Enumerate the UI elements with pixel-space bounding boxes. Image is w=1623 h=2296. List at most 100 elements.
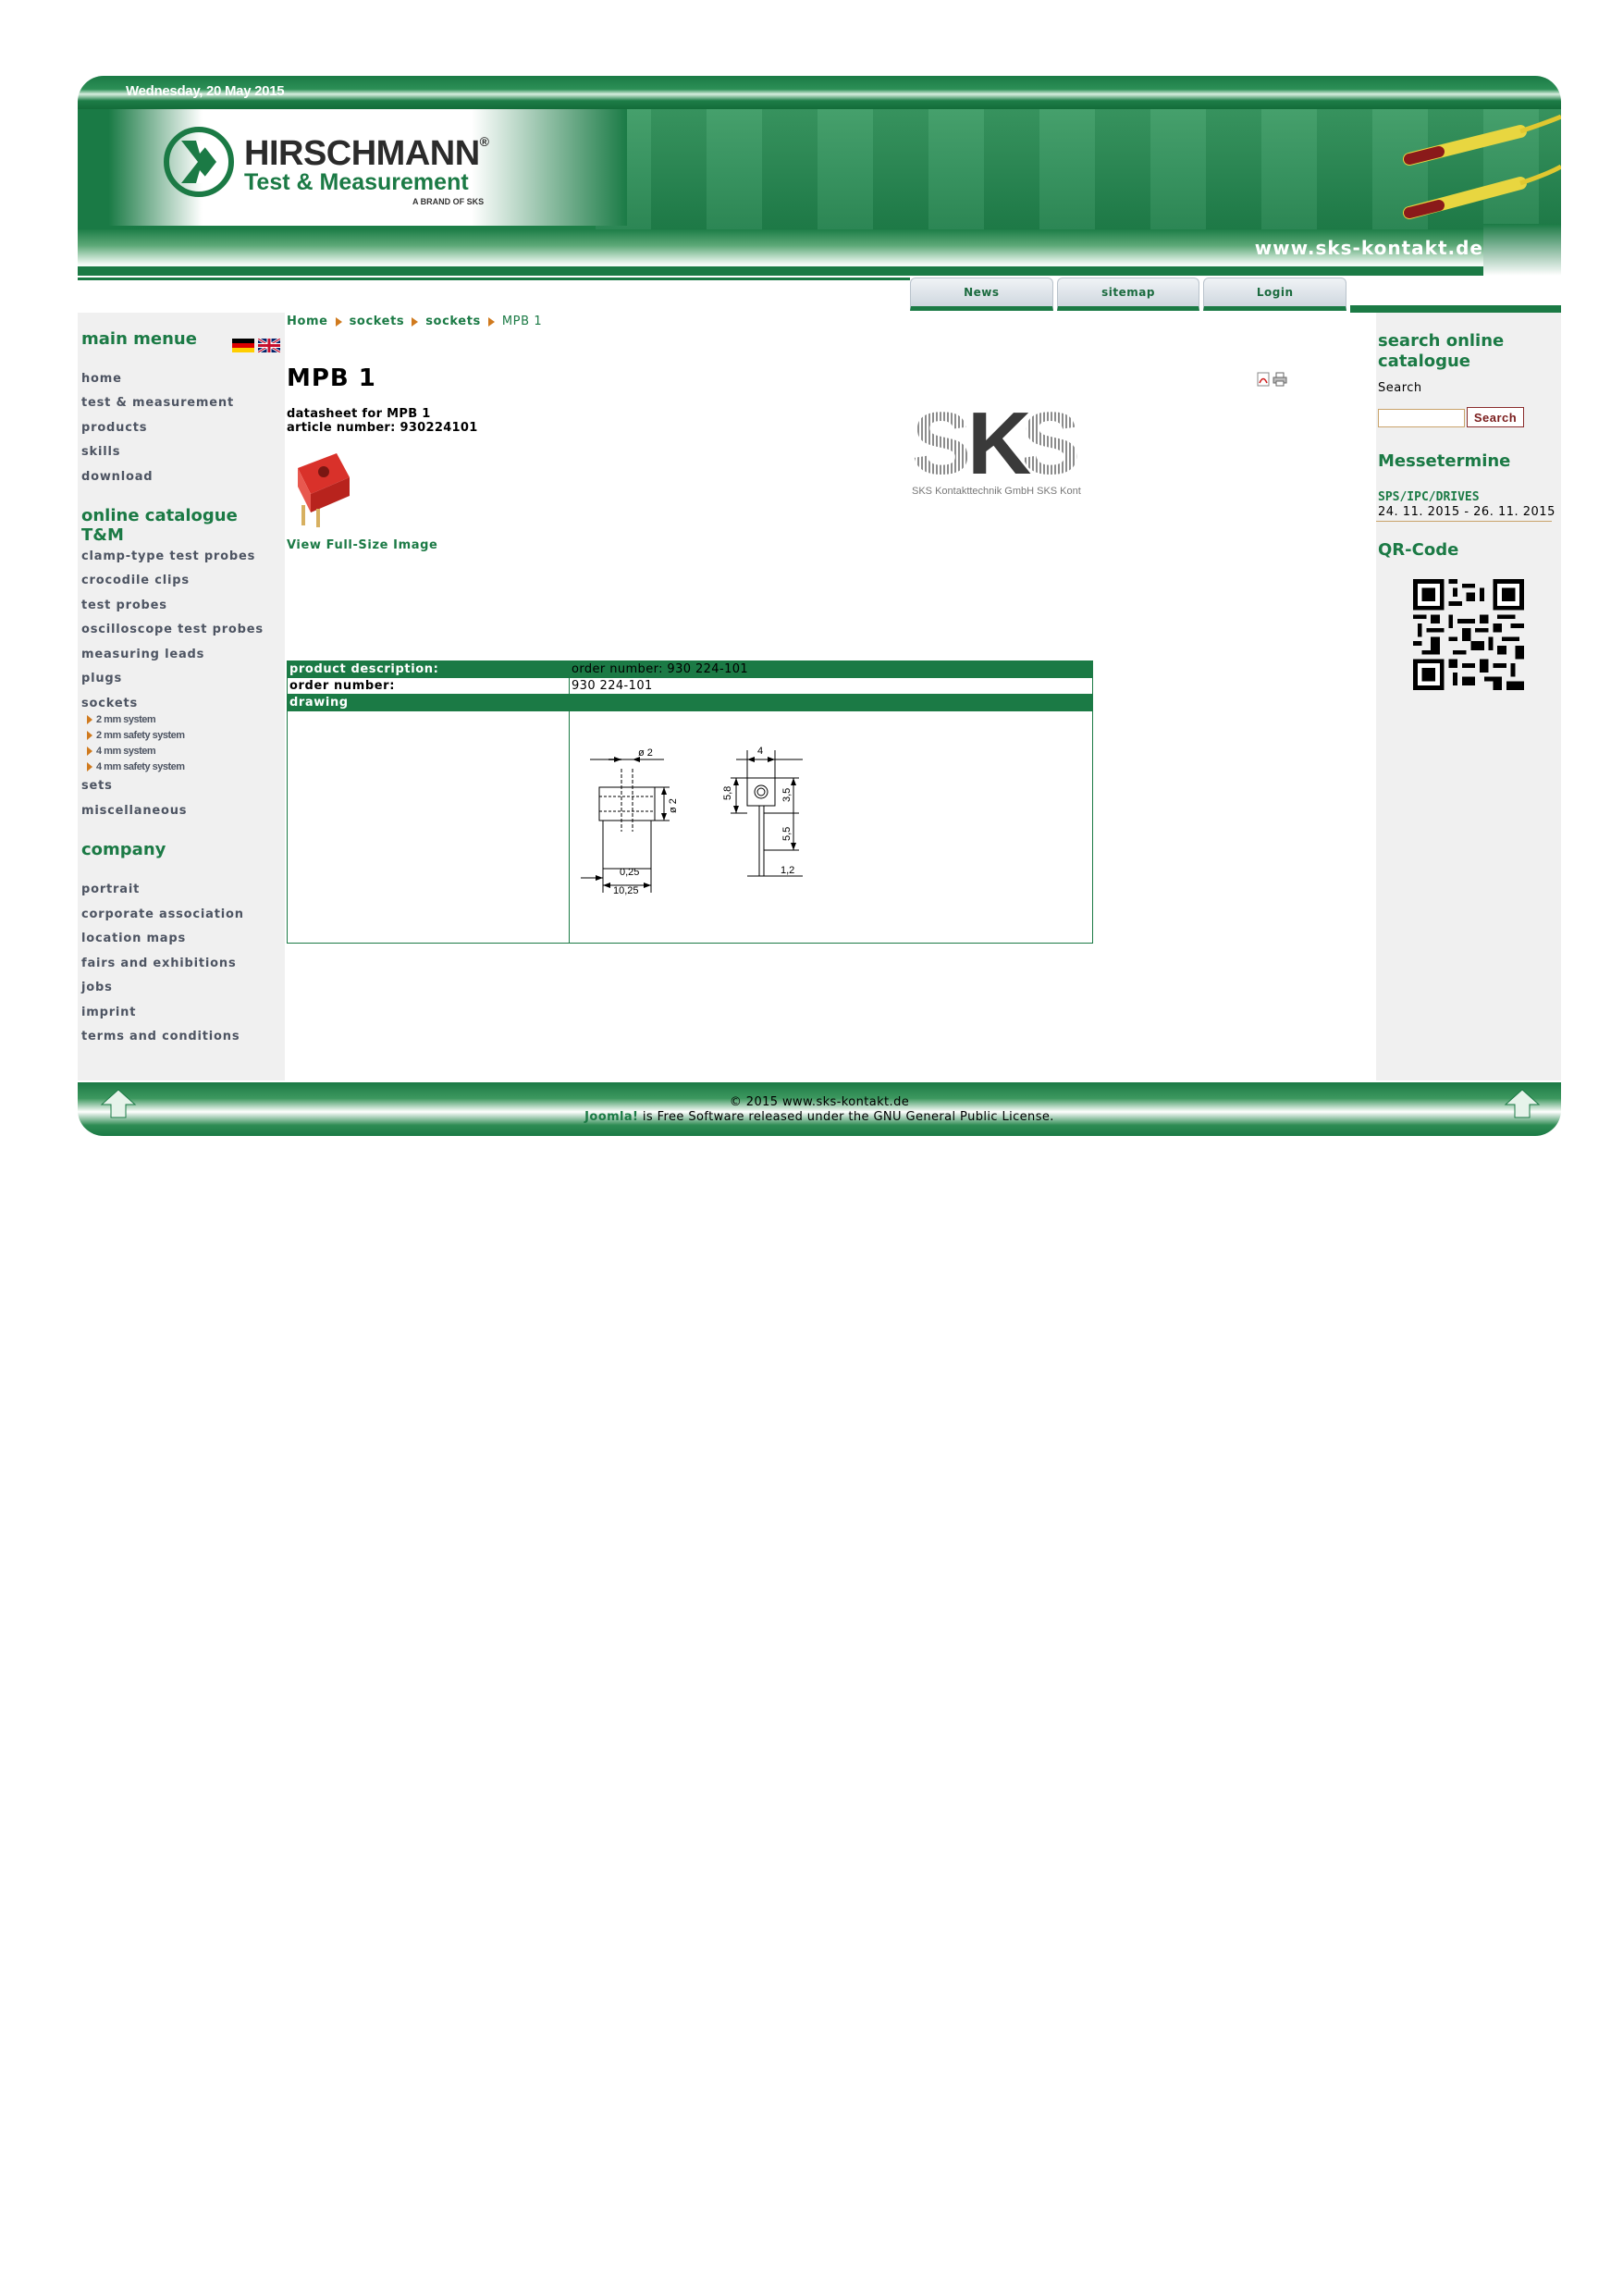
dim-label: ø 2 [638, 747, 653, 759]
main-menu-title: main menue [81, 329, 197, 349]
catalogue-measuring-leads[interactable]: measuring leads [81, 648, 204, 661]
breadcrumb-sockets[interactable]: sockets [350, 315, 405, 328]
test-plugs-image [1403, 114, 1561, 219]
brand-tagline: Test & Measurement [244, 169, 469, 195]
footer-copyright: © 2015 www.sks-kontakt.de [729, 1095, 910, 1109]
company-location-maps[interactable]: location maps [81, 932, 186, 945]
drawing-header: drawing [287, 694, 1093, 711]
drawing-cell: ø 2 4 5,8 3,5 ø 2 5,5 0,25 10,25 1,2 [569, 710, 1093, 944]
uk-flag-icon[interactable] [258, 339, 280, 352]
event-date: 24. 11. 2015 - 26. 11. 2015 [1378, 505, 1555, 519]
left-sidebar: main menue home test & measurement produ… [78, 313, 285, 1080]
company-terms[interactable]: terms and conditions [81, 1030, 240, 1043]
header-divider [78, 266, 1483, 276]
company-portrait[interactable]: portrait [81, 883, 140, 896]
divider [1376, 521, 1552, 522]
svg-text:S: S [912, 398, 968, 493]
sockets-sub-item[interactable]: 2 mm safety system [87, 730, 185, 741]
breadcrumb-sockets-2[interactable]: sockets [425, 315, 481, 328]
header-date: Wednesday, 20 May 2015 [126, 83, 285, 99]
qr-code-image [1413, 579, 1524, 690]
company-imprint[interactable]: imprint [81, 1006, 136, 1019]
german-flag-icon[interactable] [232, 339, 254, 352]
catalogue-sets[interactable]: sets [81, 779, 113, 793]
joomla-link[interactable]: Joomla! [584, 1110, 638, 1124]
company-fairs-exhibitions[interactable]: fairs and exhibitions [81, 957, 237, 970]
footer-bar [78, 1082, 1561, 1136]
qr-title: QR-Code [1378, 540, 1459, 560]
tab-login[interactable]: Login [1203, 278, 1347, 311]
print-icon[interactable] [1273, 372, 1287, 387]
catalogue-sockets[interactable]: sockets [81, 697, 138, 710]
article-number: article number: 930224101 [287, 421, 478, 435]
arrow-right-icon [412, 316, 419, 327]
right-sidebar: search online catalogue Search Search Me… [1376, 313, 1561, 1080]
arrow-right-icon [335, 316, 342, 327]
table-row: drawing [287, 694, 1093, 711]
catalogue-plugs[interactable]: plugs [81, 672, 122, 685]
tabs-underline [1350, 305, 1561, 313]
technical-drawing: ø 2 4 5,8 3,5 ø 2 5,5 0,25 10,25 1,2 [581, 746, 803, 896]
dim-label: 1,2 [781, 865, 794, 876]
menu-skills[interactable]: skills [81, 445, 120, 459]
table-row: order number: 930 224-101 [287, 677, 1093, 695]
sks-logo: S K S SKS Kontakttechnik GmbH SKS Kont [912, 398, 1081, 497]
header-divider-thin [78, 278, 910, 280]
cell-label: product description: [287, 660, 570, 678]
drawing-empty-cell [287, 710, 570, 944]
main-content: Home sockets sockets MPB 1 MPB 1 datasheet … [285, 313, 1376, 1080]
dim-label: 10,25 [613, 885, 639, 896]
tab-sitemap[interactable]: sitemap [1056, 278, 1200, 311]
datasheet-info: datasheet for MPB 1 article number: 9302… [287, 407, 478, 435]
breadcrumb-current: MPB 1 [501, 315, 543, 328]
dim-label: 5,5 [781, 827, 793, 841]
dim-label: 4 [757, 746, 763, 757]
breadcrumb-home[interactable]: Home [287, 315, 328, 328]
menu-download[interactable]: download [81, 470, 153, 484]
table-row: ø 2 4 5,8 3,5 ø 2 5,5 0,25 10,25 1,2 [287, 710, 1093, 944]
site-footer: © 2015 www.sks-kontakt.de Joomla! is Fre… [78, 1082, 1561, 1136]
sockets-sub-item[interactable]: 4 mm system [87, 746, 156, 757]
catalogue-clamp-type-test-probes[interactable]: clamp-type test probes [81, 549, 255, 563]
arrow-right-icon [87, 762, 92, 772]
datasheet-line: datasheet for MPB 1 [287, 407, 431, 421]
page-title: MPB 1 [287, 364, 376, 392]
document-actions [1256, 372, 1287, 387]
menu-products[interactable]: products [81, 421, 147, 435]
company-corporate-association[interactable]: corporate association [81, 907, 244, 921]
event-link[interactable]: SPS/IPC/DRIVES [1378, 490, 1480, 504]
catalogue-test-probes[interactable]: test probes [81, 599, 167, 612]
menu-test-measurement[interactable]: test & measurement [81, 396, 234, 410]
search-button[interactable]: Search [1467, 407, 1524, 427]
cell-value: 930 224-101 [569, 677, 1093, 695]
search-input[interactable] [1378, 409, 1465, 427]
top-nav: News sitemap Login [910, 278, 1350, 311]
footer-license: Joomla! is Free Software released under … [78, 1110, 1561, 1124]
events-title: Messetermine [1378, 451, 1511, 471]
search-label: Search [1378, 381, 1422, 395]
product-thumbnail-image[interactable] [290, 440, 355, 529]
tab-news[interactable]: News [910, 278, 1053, 311]
arrow-right-icon [87, 731, 92, 741]
catalogue-crocodile-clips[interactable]: crocodile clips [81, 574, 190, 587]
site-url: www.sks-kontakt.de [1254, 237, 1483, 259]
dim-label: 0,25 [620, 867, 639, 878]
search-title: search online catalogue [1378, 331, 1505, 371]
brand-name: HIRSCHMANN® [244, 134, 489, 173]
view-full-size-link[interactable]: View Full-Size Image [287, 538, 437, 552]
sockets-sub-item[interactable]: 2 mm system [87, 714, 156, 725]
catalogue-miscellaneous[interactable]: miscellaneous [81, 804, 187, 818]
dim-label: 3,5 [781, 788, 793, 802]
menu-home[interactable]: home [81, 372, 122, 386]
table-row: product description: order number: 930 2… [287, 660, 1093, 678]
company-jobs[interactable]: jobs [81, 981, 113, 994]
sks-logo-caption: SKS Kontakttechnik GmbH SKS Kont [912, 486, 1081, 497]
product-table: product description: order number: 930 2… [287, 660, 1093, 944]
cell-label: order number: [287, 677, 570, 695]
sockets-sub-item[interactable]: 4 mm safety system [87, 761, 185, 772]
pdf-icon[interactable] [1256, 372, 1271, 387]
dim-label: 5,8 [722, 786, 733, 800]
arrow-right-icon [87, 747, 92, 757]
hirschmann-logo-icon [164, 127, 234, 197]
catalogue-oscilloscope-test-probes[interactable]: oscilloscope test probes [81, 623, 264, 636]
